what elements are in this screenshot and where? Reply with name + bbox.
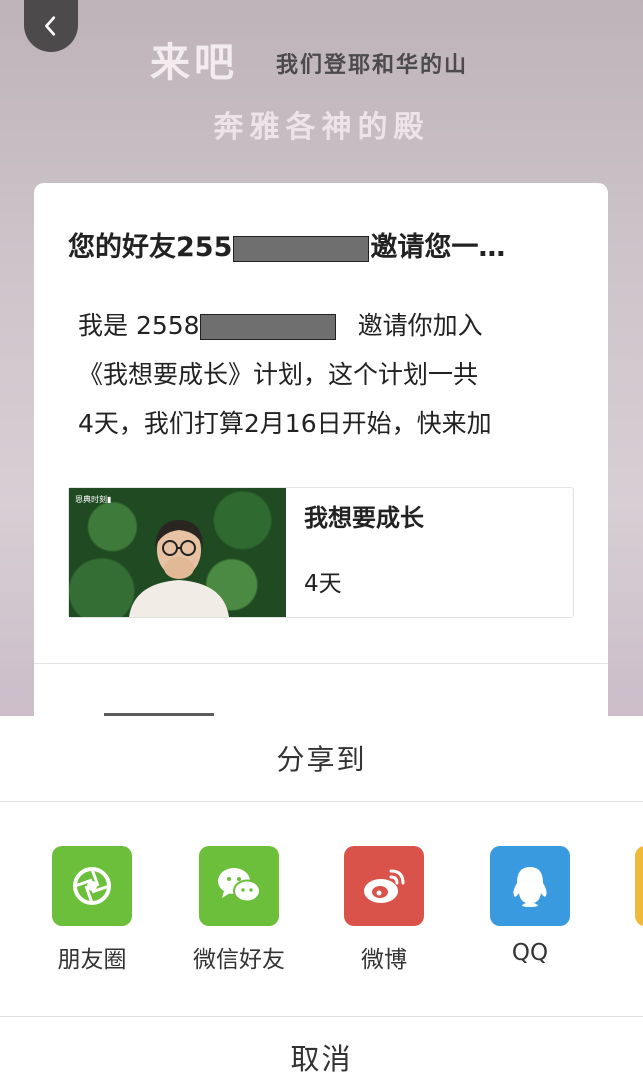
back-button[interactable] [24, 0, 78, 52]
hero-text-line3: 奔雅各神的殿 [213, 110, 430, 145]
card-divider [34, 663, 608, 664]
share-weibo[interactable]: 微博 [324, 846, 444, 974]
redacted-id [199, 314, 336, 340]
share-moments[interactable]: 朋友圈 [32, 846, 152, 974]
message-line3: 4天，我们打算2月16日开始，快来加 [78, 409, 492, 438]
message-line1-prefix: 我是 2558 [78, 311, 200, 340]
person-photo [129, 520, 229, 617]
redacted-name [233, 235, 370, 262]
share-sheet-title: 分享到 [276, 743, 367, 776]
wechat-icon [199, 846, 279, 926]
share-qq[interactable]: QQ [470, 846, 590, 966]
share-qq-label: QQ [511, 940, 549, 966]
invite-title: 您的好友255 邀请您一… [68, 225, 568, 264]
share-moments-label: 朋友圈 [57, 947, 127, 973]
share-qzone[interactable]: Q [615, 846, 643, 966]
plan-link-card[interactable]: 恩典时刻▮ 我想要成长 4天 [68, 487, 574, 618]
plan-title: 我想要成长 [304, 504, 424, 532]
hero-text-line2: 我们登耶和华的山 [276, 52, 469, 78]
qq-icon [490, 846, 570, 926]
invite-card: 您的好友255 邀请您一… 我是 2558 邀请你加入 《我想要成长》计划，这个计划… [34, 183, 608, 723]
share-wechat-label: 微信好友 [193, 947, 285, 973]
invite-title-suffix: 邀请您一… [370, 232, 506, 263]
hero-text-line1: 来吧 [150, 39, 238, 86]
thumbnail-logo: 恩典时刻▮ [75, 495, 112, 504]
divider [0, 801, 643, 802]
chevron-left-icon [45, 16, 56, 36]
message-line2: 《我想要成长》计划，这个计划一共 [78, 360, 479, 389]
share-qzone-label: Q [615, 940, 643, 966]
share-wechat[interactable]: 微信好友 [179, 846, 299, 974]
invite-title-prefix: 您的好友255 [68, 232, 233, 263]
qzone-icon [635, 846, 643, 926]
divider [0, 1016, 643, 1017]
share-targets: 朋友圈 微信好友 微博 QQ [0, 846, 643, 976]
plan-thumbnail: 恩典时刻▮ [69, 488, 286, 617]
weibo-icon [344, 846, 424, 926]
invite-message: 我是 2558 邀请你加入 《我想要成长》计划，这个计划一共 4天，我们打算2月1… [78, 301, 578, 448]
share-sheet: 分享到 朋友圈 微信好友 微博 QQ 取消 [0, 716, 643, 1080]
message-line1-suffix: 邀请你加入 [357, 311, 483, 340]
moments-icon [52, 846, 132, 926]
share-weibo-label: 微博 [361, 947, 407, 973]
plan-duration: 4天 [304, 571, 342, 597]
cancel-button[interactable]: 取消 [0, 1036, 643, 1078]
